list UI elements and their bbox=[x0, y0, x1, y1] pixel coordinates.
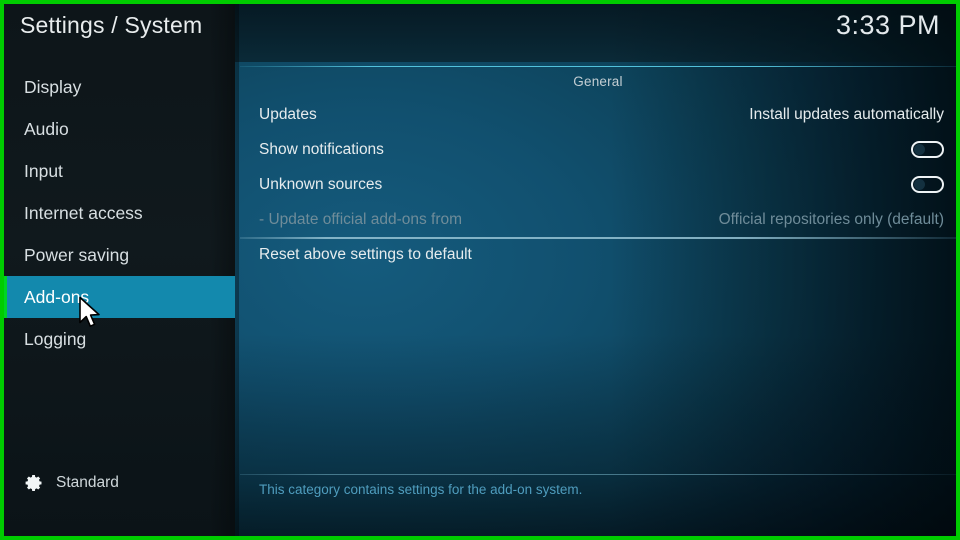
mouse-pointer-icon bbox=[79, 296, 100, 327]
kodi-settings-window: Settings / System 3:33 PM Display Audio … bbox=[4, 4, 956, 536]
category-description: This category contains settings for the … bbox=[259, 482, 583, 497]
setting-label: Unknown sources bbox=[259, 175, 383, 193]
page-title: Settings / System bbox=[20, 12, 203, 38]
setting-row-unknown-sources[interactable]: Unknown sources bbox=[240, 167, 956, 202]
sidebar: Display Audio Input Internet access Powe… bbox=[4, 66, 235, 360]
unknown-sources-toggle[interactable] bbox=[911, 176, 944, 193]
sidebar-item-label: Logging bbox=[24, 329, 87, 349]
sidebar-item-label: Audio bbox=[24, 119, 69, 139]
clock: 3:33 PM bbox=[835, 10, 940, 40]
show-notifications-toggle[interactable] bbox=[911, 141, 944, 158]
settings-group-title: General bbox=[573, 74, 623, 89]
setting-value: Official repositories only (default) bbox=[718, 210, 944, 228]
sidebar-item-add-ons[interactable]: Add-ons bbox=[4, 276, 235, 318]
settings-level-button[interactable]: Standard bbox=[24, 473, 119, 493]
sidebar-item-power-saving[interactable]: Power saving bbox=[4, 234, 235, 276]
setting-label: Show notifications bbox=[259, 140, 384, 158]
setting-label: Updates bbox=[259, 105, 317, 123]
setting-label: - Update official add-ons from bbox=[259, 210, 463, 228]
setting-row-update-official-add-ons-from: - Update official add-ons from Official … bbox=[240, 202, 956, 237]
settings-list: Updates Install updates automatically Sh… bbox=[240, 97, 956, 237]
sidebar-item-label: Power saving bbox=[24, 245, 130, 265]
toggle-knob bbox=[914, 179, 925, 190]
sidebar-item-input[interactable]: Input bbox=[4, 150, 235, 192]
settings-level-label: Standard bbox=[56, 474, 119, 491]
sidebar-item-logging[interactable]: Logging bbox=[4, 318, 235, 360]
reset-settings-button[interactable]: Reset above settings to default bbox=[240, 242, 956, 268]
sidebar-item-label: Internet access bbox=[24, 203, 143, 223]
sidebar-item-label: Display bbox=[24, 77, 82, 97]
setting-row-show-notifications[interactable]: Show notifications bbox=[240, 132, 956, 167]
gear-icon bbox=[25, 475, 42, 491]
toggle-knob bbox=[914, 144, 925, 155]
sidebar-item-display[interactable]: Display bbox=[4, 66, 235, 108]
setting-value[interactable]: Install updates automatically bbox=[749, 106, 944, 124]
panel-bottom-rule bbox=[240, 474, 956, 475]
sidebar-item-audio[interactable]: Audio bbox=[4, 108, 235, 150]
sidebar-item-label: Input bbox=[24, 161, 63, 181]
setting-row-updates[interactable]: Updates Install updates automatically bbox=[240, 97, 956, 132]
reset-settings-label: Reset above settings to default bbox=[259, 246, 472, 263]
settings-separator-rule bbox=[240, 237, 956, 239]
panel-top-rule bbox=[240, 66, 956, 67]
sidebar-item-internet-access[interactable]: Internet access bbox=[4, 192, 235, 234]
